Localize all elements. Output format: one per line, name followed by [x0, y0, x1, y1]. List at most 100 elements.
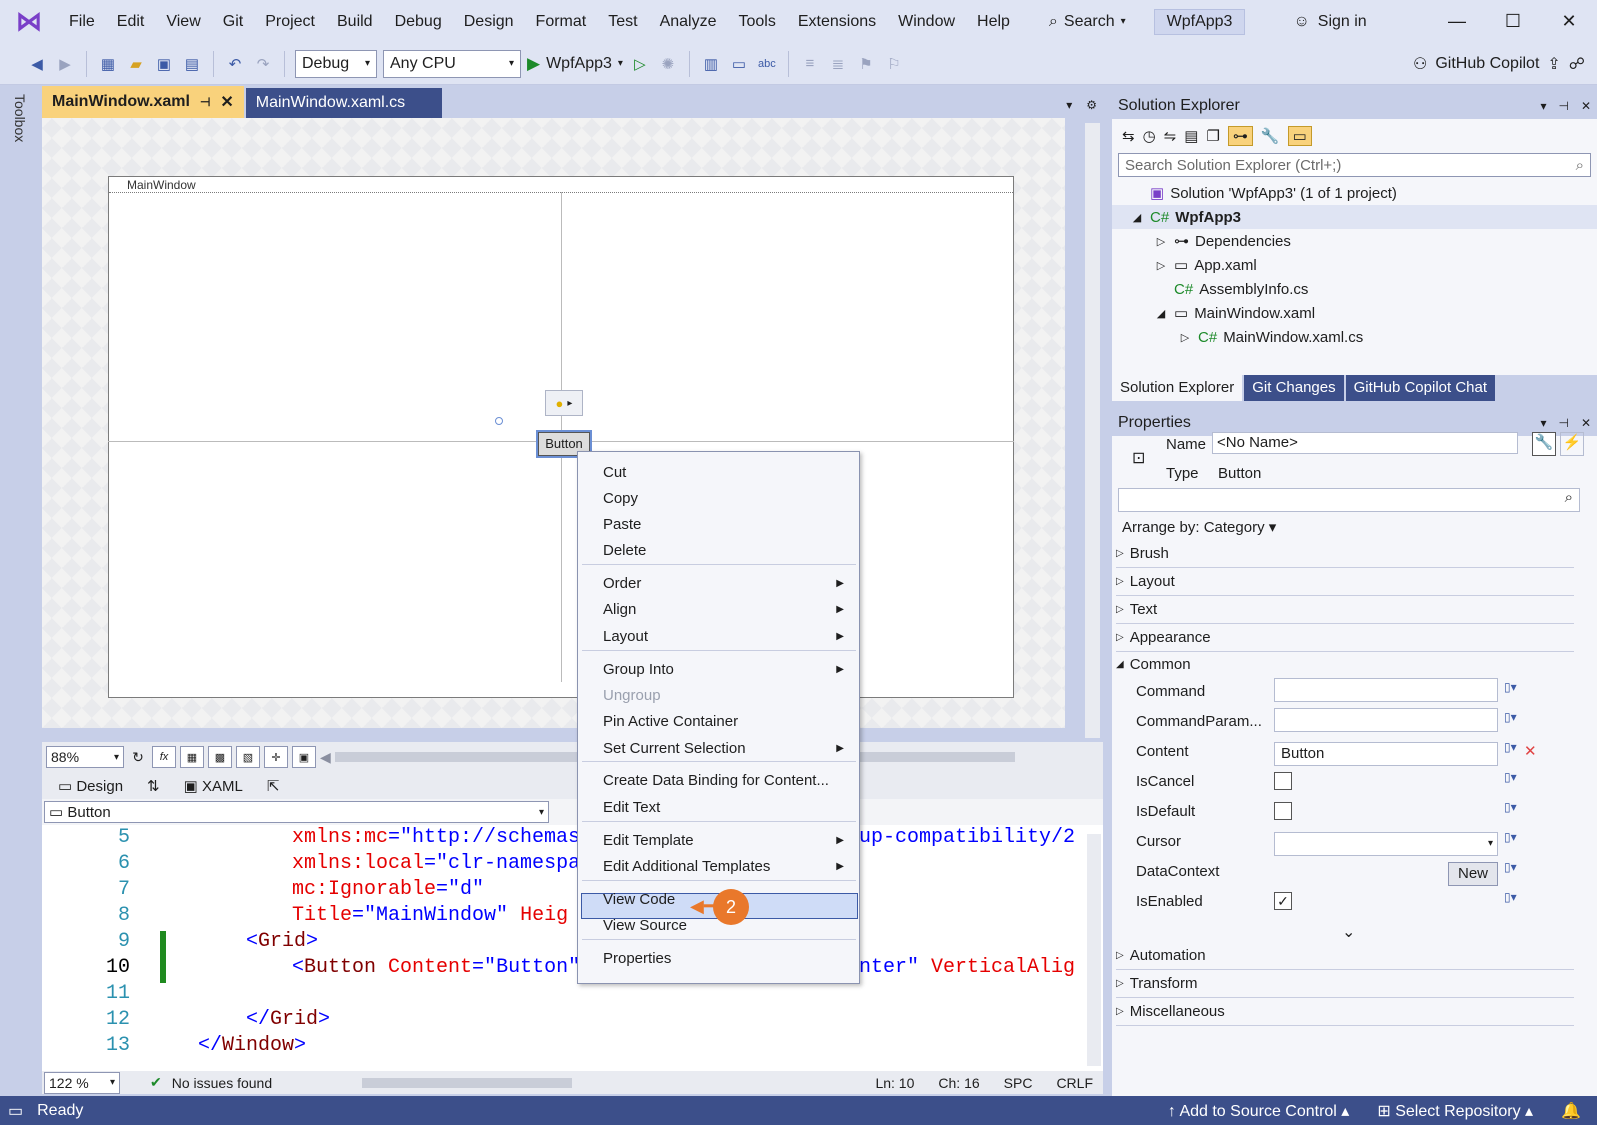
close-icon[interactable]: ✕ [220, 92, 233, 112]
save-all-icon[interactable]: ▤ [181, 53, 203, 75]
expand-icon[interactable]: ▷ [1154, 259, 1168, 272]
minimize-icon[interactable]: — [1429, 11, 1485, 32]
menu-item-edit[interactable]: Edit [106, 0, 156, 43]
scroll-left-icon[interactable]: ◀ [320, 749, 331, 766]
menu-item-paste[interactable]: Paste [603, 512, 848, 538]
browse-folder-icon[interactable]: ▥ [700, 53, 722, 75]
expand-icon[interactable]: ▷ [1178, 331, 1192, 344]
xaml-pane-tab[interactable]: ▣ XAML [184, 777, 243, 795]
hot-reload-icon[interactable]: ✺ [657, 53, 679, 75]
category-automation[interactable]: ▷ Automation [1116, 942, 1574, 970]
content-input[interactable]: Button [1274, 742, 1498, 766]
effects-icon[interactable]: fx [152, 746, 176, 768]
menu-item-ungroup[interactable]: Ungroup [603, 683, 848, 709]
editor-horizontal-scrollbar[interactable] [362, 1077, 573, 1088]
spell-check-icon[interactable]: abc [756, 53, 778, 75]
tree-item-mainwindow-xaml[interactable]: ◢ ▭ MainWindow.xaml [1130, 301, 1597, 325]
property-marker-icon[interactable]: ▯▾ [1504, 710, 1517, 724]
tree-item-mainwindow-xaml-cs[interactable]: ▷ C# MainWindow.xaml.cs [1130, 325, 1597, 349]
switch-views-icon[interactable]: ⇆ [1122, 127, 1135, 145]
menu-item-tools[interactable]: Tools [727, 0, 786, 43]
menu-item-create-data-binding-for-content[interactable]: Create Data Binding for Content... [603, 768, 848, 794]
close-icon[interactable]: ✕ [1541, 11, 1597, 32]
tree-item-dependencies[interactable]: ▷ ⊶ Dependencies [1130, 229, 1597, 253]
rotation-handle[interactable] [495, 417, 503, 425]
tab-list-icon[interactable]: ▾ [1066, 98, 1072, 112]
snap-lines-icon[interactable]: ✛ [264, 746, 288, 768]
maximize-icon[interactable]: ☐ [1485, 11, 1541, 32]
pin-icon[interactable]: ⊣ [1558, 99, 1568, 113]
property-marker-icon[interactable]: ▯▾ [1504, 860, 1517, 874]
menu-item-edit-template[interactable]: Edit Template ▶ [603, 828, 848, 854]
bookmark-prev-icon[interactable]: ⚐ [883, 53, 905, 75]
collapse-icon[interactable]: ◢ [1130, 211, 1144, 224]
tab-solution-explorer[interactable]: Solution Explorer [1112, 375, 1243, 401]
history-icon[interactable]: ◷ [1143, 127, 1156, 145]
configuration-select[interactable]: Debug ▾ [295, 49, 377, 78]
menu-item-pin-active-container[interactable]: Pin Active Container [603, 709, 848, 735]
tab-mainwindow-xaml[interactable]: MainWindow.xaml ⊣ ✕ [42, 86, 244, 118]
menu-item-edit-additional-templates[interactable]: Edit Additional Templates ▶ [603, 854, 848, 880]
clear-value-icon[interactable]: ✕ [1524, 742, 1537, 760]
grid-icon[interactable]: ▦ [180, 746, 204, 768]
artboard-icon[interactable]: ▧ [236, 746, 260, 768]
property-marker-icon[interactable]: ▯▾ [1504, 890, 1517, 904]
menu-item-group-into[interactable]: Group Into ▶ [603, 657, 848, 683]
uncomment-icon[interactable]: ≣ [827, 53, 849, 75]
swap-panes-icon[interactable]: ⇅ [147, 777, 160, 795]
new-datacontext-button[interactable]: New [1448, 862, 1498, 886]
tree-item-assemblyinfo-cs[interactable]: C# AssemblyInfo.cs [1130, 277, 1597, 301]
close-icon[interactable]: ✕ [1581, 99, 1591, 113]
menu-item-extensions[interactable]: Extensions [787, 0, 887, 43]
pin-icon[interactable]: ⊣ [200, 95, 210, 109]
category-miscellaneous[interactable]: ▷ Miscellaneous [1116, 998, 1574, 1026]
snap-grid-icon[interactable]: ▩ [208, 746, 232, 768]
start-without-debugging-icon[interactable]: ▷ [629, 53, 651, 75]
xaml-code-editor[interactable]: 5 xmlns:mc="http://schemas kup-compatibili… [42, 825, 1103, 1071]
search-box[interactable]: ⌕ Search ▾ [1039, 7, 1136, 37]
bookmark-icon[interactable]: ⚑ [855, 53, 877, 75]
chevron-down-icon[interactable]: ▾ [1540, 416, 1546, 430]
tab-github-copilot-chat[interactable]: GitHub Copilot Chat [1345, 375, 1496, 401]
platform-select[interactable]: Any CPU ▾ [383, 49, 521, 78]
menu-item-analyze[interactable]: Analyze [649, 0, 728, 43]
toolbox-label[interactable]: Toolbox [12, 94, 28, 142]
show-all-files-icon[interactable]: ⊶ [1227, 126, 1253, 146]
menu-item-view[interactable]: View [155, 0, 211, 43]
share-icon[interactable]: ⇪ [1547, 54, 1560, 74]
category-layout[interactable]: ▷ Layout [1116, 568, 1574, 596]
menu-item-order[interactable]: Order ▶ [603, 571, 848, 597]
element-select[interactable]: ▭ Button ▾ [44, 801, 549, 823]
quick-actions-button[interactable]: ● ▸ [545, 390, 583, 416]
property-marker-icon[interactable]: ▯▾ [1504, 800, 1517, 814]
category-common[interactable]: ◢ Common [1116, 650, 1574, 678]
column-indicator[interactable]: Ch: 16 [938, 1075, 979, 1091]
category-text[interactable]: ▷ Text [1116, 596, 1574, 624]
menu-item-build[interactable]: Build [326, 0, 384, 43]
isdefault-checkbox[interactable] [1274, 802, 1292, 820]
properties-wrench-icon[interactable]: 🔧 [1532, 432, 1556, 456]
property-marker-icon[interactable]: ▯▾ [1504, 770, 1517, 784]
events-icon[interactable]: ⚡ [1560, 432, 1584, 456]
menu-item-edit-text[interactable]: Edit Text [603, 795, 848, 821]
toolbox-strip[interactable]: Toolbox [0, 86, 42, 1096]
property-value-input[interactable] [1274, 678, 1498, 702]
tab-mainwindow-xaml-cs[interactable]: MainWindow.xaml.cs [245, 88, 442, 118]
expand-icon[interactable]: ▷ [1154, 235, 1168, 248]
menu-item-debug[interactable]: Debug [384, 0, 453, 43]
properties-icon[interactable]: 🔧 [1261, 127, 1280, 145]
redo-icon[interactable]: ↷ [252, 53, 274, 75]
close-icon[interactable]: ✕ [1581, 416, 1591, 430]
expand-icon[interactable]: ◢ [1154, 307, 1168, 320]
start-debugging-button[interactable]: ▶ WpfApp3 ▾ [527, 54, 623, 74]
whitespace-indicator[interactable]: SPC [1004, 1075, 1033, 1091]
menu-item-file[interactable]: File [58, 0, 106, 43]
solution-search-input[interactable]: Search Solution Explorer (Ctrl+;) ⌕ [1118, 153, 1591, 177]
select-repository-button[interactable]: ⊞ Select Repository ▴ [1377, 1101, 1533, 1121]
element-picker-icon[interactable]: ⊡ [1132, 448, 1145, 468]
category-appearance[interactable]: ▷ Appearance [1116, 624, 1574, 652]
notifications-icon[interactable]: 🔔 [1561, 1101, 1581, 1121]
menu-item-design[interactable]: Design [453, 0, 525, 43]
popout-icon[interactable]: ⇱ [267, 777, 280, 795]
layout-icon[interactable]: ▭ [728, 53, 750, 75]
